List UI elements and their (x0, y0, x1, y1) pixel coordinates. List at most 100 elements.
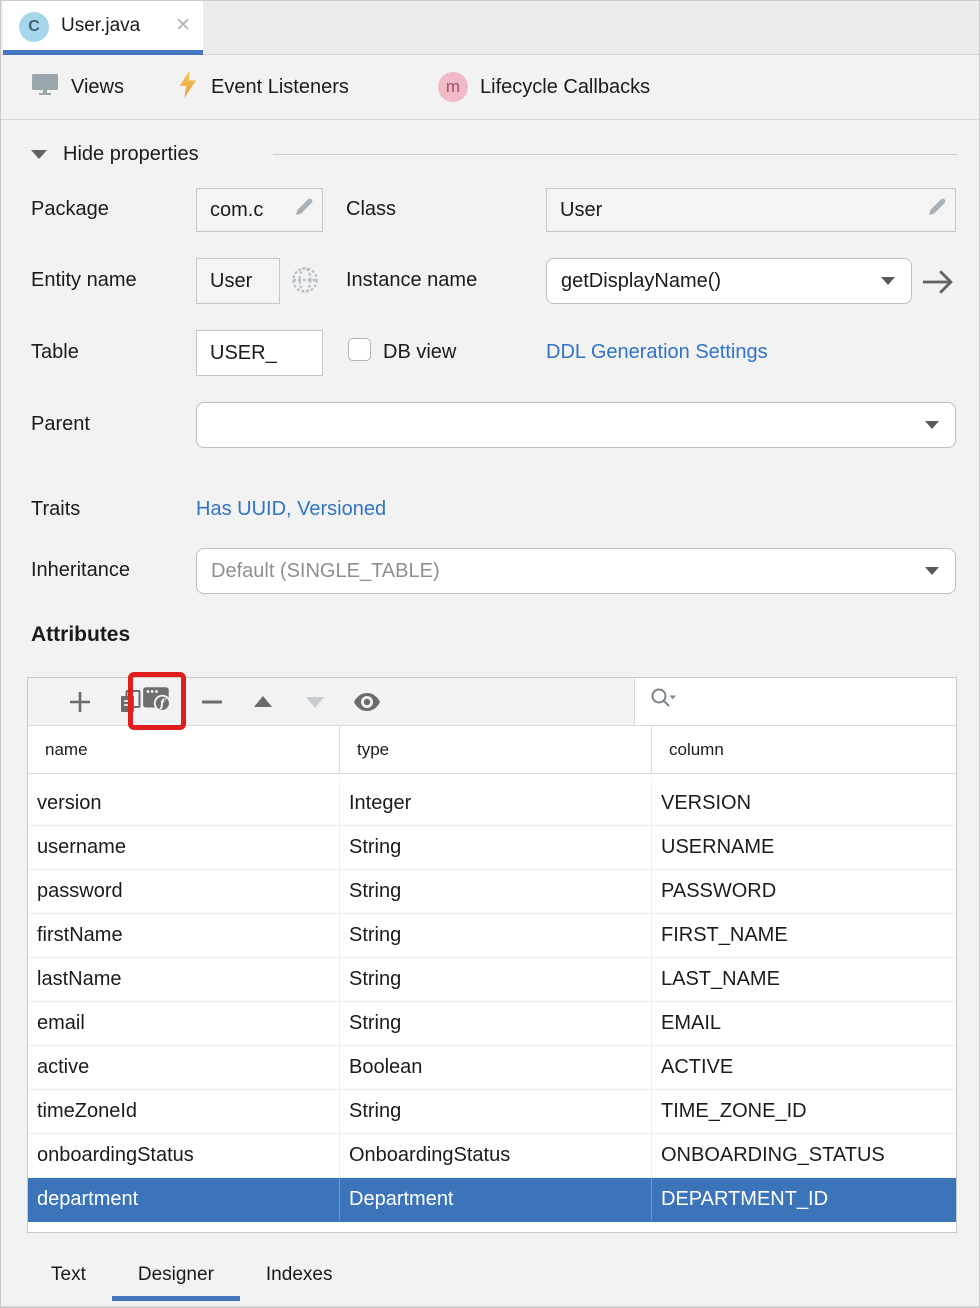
table-row[interactable]: departmentDepartmentDEPARTMENT_ID (28, 1178, 956, 1222)
add-attribute-button[interactable] (66, 678, 94, 725)
visibility-eye-button[interactable] (352, 678, 382, 725)
attributes-table-header: nametypecolumn (28, 726, 956, 774)
column-header-column[interactable]: column (652, 726, 956, 773)
instance-name-select[interactable]: getDisplayName() (546, 258, 912, 304)
globe-icon[interactable] (289, 264, 321, 301)
cell-name[interactable]: version (28, 782, 340, 825)
ddl-generation-settings-link[interactable]: DDL Generation Settings (546, 341, 768, 364)
attributes-heading: Attributes (31, 623, 130, 647)
cell-name[interactable]: password (28, 870, 340, 913)
package-field[interactable]: com.c (196, 188, 323, 232)
cell-column[interactable]: ONBOARDING_STATUS (652, 1134, 956, 1177)
lifecycle-callbacks-button[interactable]: m Lifecycle Callbacks (438, 55, 650, 119)
add-function-attribute-icon[interactable]: f (141, 684, 173, 719)
table-row[interactable]: activeBooleanACTIVE (28, 1046, 956, 1090)
inheritance-label: Inheritance (31, 559, 130, 582)
parent-label: Parent (31, 413, 90, 436)
entity-name-field[interactable]: User (196, 258, 280, 304)
tab-title: User.java (61, 1, 140, 51)
cell-column[interactable]: DEPARTMENT_ID (652, 1178, 956, 1221)
move-up-button[interactable] (249, 678, 277, 725)
cell-type[interactable]: String (340, 1002, 652, 1045)
inheritance-select[interactable]: Default (SINGLE_TABLE) (196, 548, 956, 594)
cell-name[interactable]: firstName (28, 914, 340, 957)
tab-designer[interactable]: Designer (112, 1249, 240, 1301)
monitor-icon (31, 72, 59, 102)
designer-toolbar: Views Event Listeners m Lifecycle Callba… (1, 55, 979, 120)
table-row[interactable]: passwordStringPASSWORD (28, 870, 956, 914)
cell-name[interactable]: timeZoneId (28, 1090, 340, 1133)
entity-name-value: User (210, 270, 252, 293)
table-field[interactable]: USER_ (196, 330, 323, 376)
cell-column[interactable]: FIRST_NAME (652, 914, 956, 957)
attributes-table-body: versionIntegerVERSIONusernameStringUSERN… (28, 782, 956, 1222)
views-button[interactable]: Views (31, 55, 124, 119)
package-value: com.c (210, 199, 263, 222)
hide-properties-toggle[interactable]: Hide properties (31, 140, 199, 168)
cell-type[interactable]: Integer (340, 782, 652, 825)
cell-name[interactable]: onboardingStatus (28, 1134, 340, 1177)
move-down-button[interactable] (301, 678, 329, 725)
edit-pencil-icon[interactable] (927, 197, 947, 223)
edit-pencil-icon[interactable] (294, 197, 314, 223)
cell-column[interactable]: PASSWORD (652, 870, 956, 913)
goto-arrow-button[interactable] (919, 267, 957, 297)
class-value: User (560, 199, 602, 222)
parent-select[interactable] (196, 402, 956, 448)
package-label: Package (31, 198, 109, 221)
attributes-search-input[interactable] (634, 678, 956, 725)
chevron-down-icon (925, 421, 939, 429)
cell-column[interactable]: LAST_NAME (652, 958, 956, 1001)
cell-name[interactable]: active (28, 1046, 340, 1089)
remove-attribute-button[interactable] (198, 678, 226, 725)
table-row[interactable]: lastNameStringLAST_NAME (28, 958, 956, 1002)
views-label: Views (71, 76, 124, 99)
db-view-label: DB view (383, 341, 456, 364)
cell-column[interactable]: TIME_ZONE_ID (652, 1090, 956, 1133)
column-header-name[interactable]: name (28, 726, 340, 773)
instance-name-value: getDisplayName() (561, 270, 721, 293)
event-listeners-button[interactable]: Event Listeners (177, 55, 349, 119)
close-icon[interactable]: ✕ (175, 1, 191, 51)
table-row[interactable]: timeZoneIdStringTIME_ZONE_ID (28, 1090, 956, 1134)
cell-column[interactable]: VERSION (652, 782, 956, 825)
cell-type[interactable]: String (340, 1090, 652, 1133)
table-row[interactable]: usernameStringUSERNAME (28, 826, 956, 870)
cell-type[interactable]: String (340, 870, 652, 913)
table-row[interactable]: emailStringEMAIL (28, 1002, 956, 1046)
footer-tabs: TextDesignerIndexes (25, 1249, 358, 1301)
method-icon: m (438, 72, 468, 102)
footer-tab-bar: TextDesignerIndexes (1, 1233, 979, 1308)
table-value: USER_ (210, 342, 277, 365)
java-class-icon: C (19, 12, 49, 42)
cell-column[interactable]: ACTIVE (652, 1046, 956, 1089)
highlight-red-box: f (128, 672, 186, 730)
column-header-type[interactable]: type (340, 726, 652, 773)
cell-type[interactable]: Boolean (340, 1046, 652, 1089)
class-field[interactable]: User (546, 188, 956, 232)
cell-type[interactable]: OnboardingStatus (340, 1134, 652, 1177)
tab-indexes[interactable]: Indexes (240, 1249, 359, 1301)
cell-type[interactable]: Department (340, 1178, 652, 1221)
entity-designer-panel: C User.java ✕ Views Event Listeners m Li… (0, 0, 980, 1308)
hide-properties-label: Hide properties (63, 143, 199, 166)
cell-type[interactable]: String (340, 958, 652, 1001)
cell-type[interactable]: String (340, 826, 652, 869)
cell-type[interactable]: String (340, 914, 652, 957)
tab-text[interactable]: Text (25, 1249, 112, 1301)
event-listeners-label: Event Listeners (211, 76, 349, 99)
tab-user-java[interactable]: C User.java ✕ (3, 1, 203, 55)
cell-name[interactable]: department (28, 1178, 340, 1221)
cell-name[interactable]: lastName (28, 958, 340, 1001)
cell-column[interactable]: USERNAME (652, 826, 956, 869)
table-row[interactable]: firstNameStringFIRST_NAME (28, 914, 956, 958)
cell-name[interactable]: email (28, 1002, 340, 1045)
db-view-checkbox[interactable] (348, 338, 371, 361)
traits-link[interactable]: Has UUID, Versioned (196, 498, 386, 521)
table-row[interactable]: onboardingStatusOnboardingStatusONBOARDI… (28, 1134, 956, 1178)
cell-column[interactable]: EMAIL (652, 1002, 956, 1045)
cell-name[interactable]: username (28, 826, 340, 869)
entity-name-label: Entity name (31, 269, 137, 292)
class-label: Class (346, 198, 396, 221)
table-row[interactable]: versionIntegerVERSION (28, 782, 956, 826)
